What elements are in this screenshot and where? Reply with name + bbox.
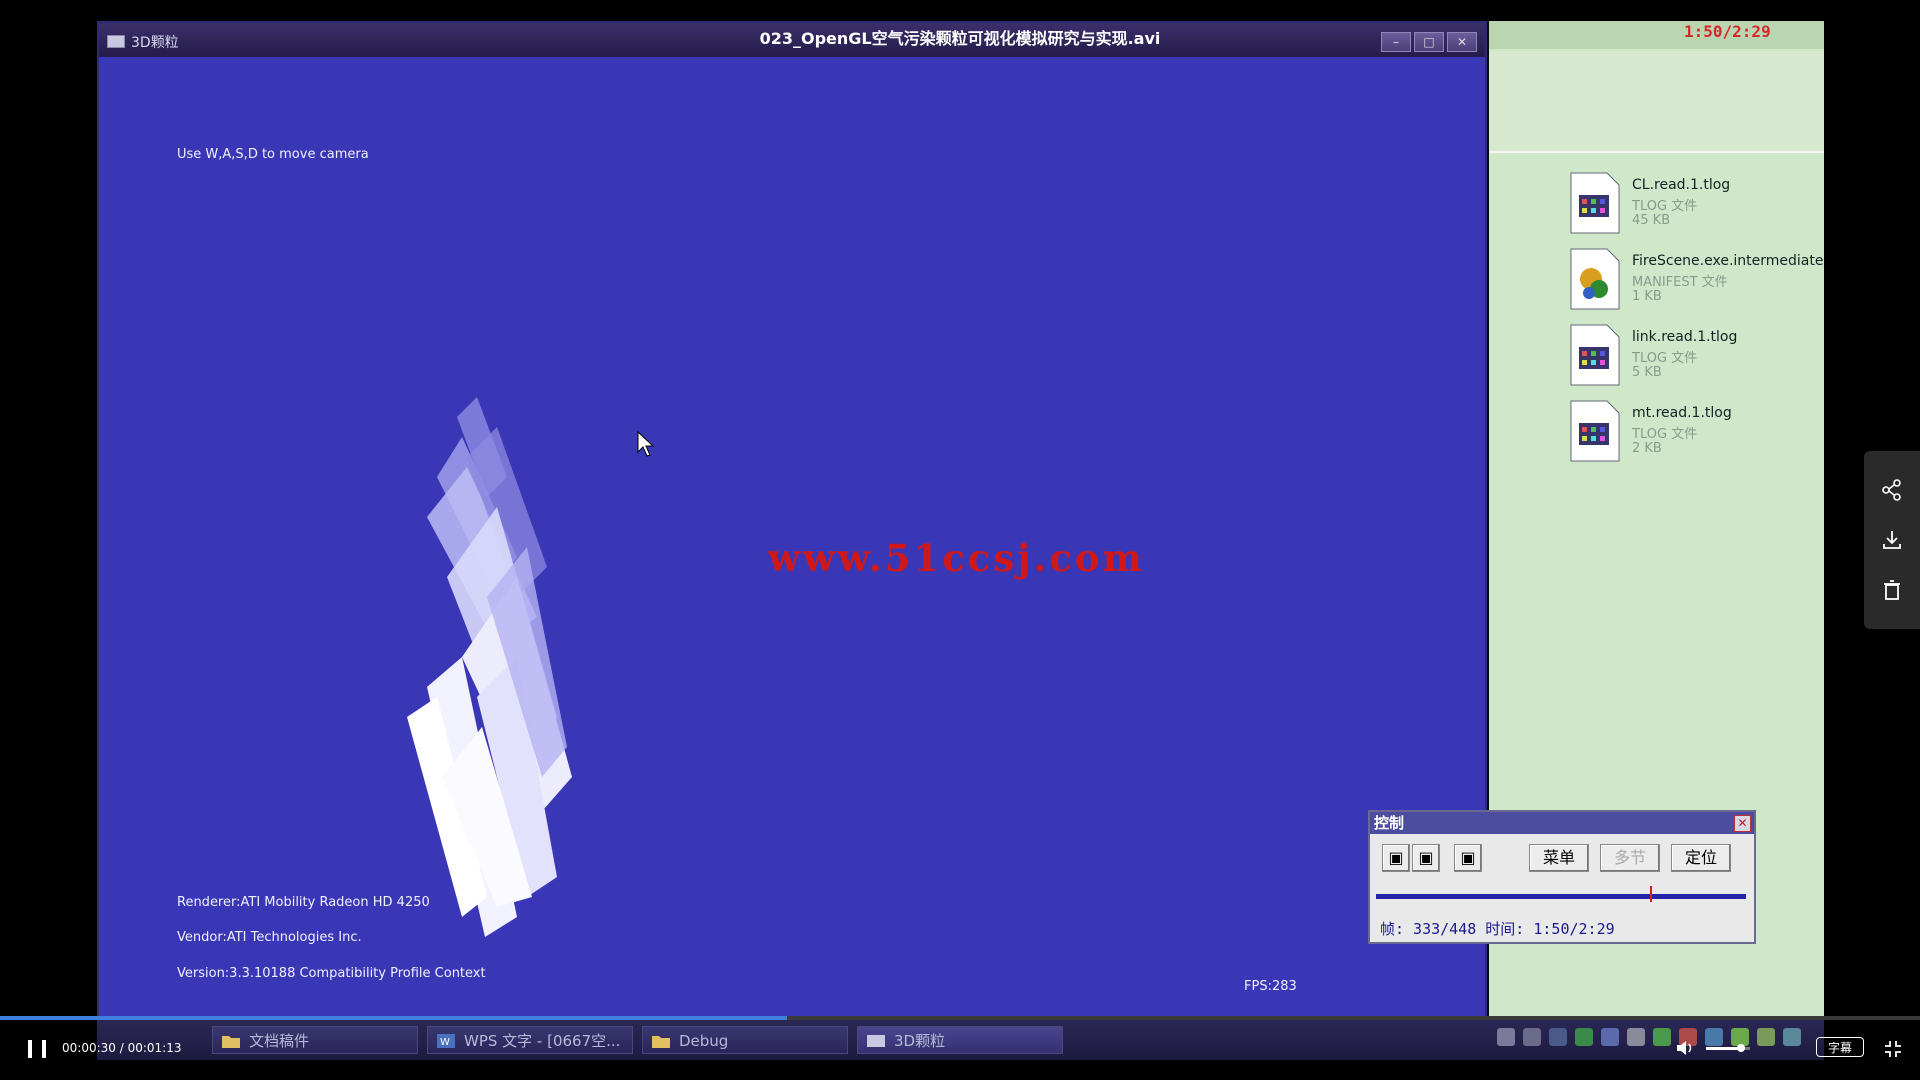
delete-icon[interactable] xyxy=(1880,578,1904,602)
keyboard-icon[interactable] xyxy=(1497,1028,1515,1046)
file-name: link.read.1.tlog xyxy=(1632,329,1738,345)
playback-timecode: 00:00:30 / 00:01:13 xyxy=(62,1041,182,1055)
pause-icon[interactable] xyxy=(28,1040,48,1058)
subtitle-button[interactable]: 字幕 xyxy=(1816,1037,1864,1057)
file-name: mt.read.1.tlog xyxy=(1632,405,1732,421)
video-frame[interactable]: 3D颗粒 – □ ✕ Use W,A,S,D to move camera Re… xyxy=(97,21,1824,1021)
opengl-window: 3D颗粒 – □ ✕ Use W,A,S,D to move camera Re… xyxy=(97,21,1487,1021)
file-size: 5 KB xyxy=(1632,365,1662,380)
share-icon[interactable] xyxy=(1880,478,1904,502)
download-icon[interactable] xyxy=(1880,528,1904,552)
tray-icon[interactable] xyxy=(1549,1028,1567,1046)
control-title: 控制 xyxy=(1370,812,1754,834)
taskbar-item-3d[interactable]: 3D颗粒 xyxy=(857,1026,1063,1054)
wps-writer-icon: W xyxy=(437,1034,455,1048)
taskbar-item-debug[interactable]: Debug xyxy=(642,1026,848,1054)
renderer-info: Renderer:ATI Mobility Radeon HD 4250 xyxy=(177,895,430,910)
tray-icon[interactable] xyxy=(1783,1028,1801,1046)
file-item[interactable]: mt.read.1.tlog TLOG 文件 2 KB xyxy=(1569,399,1819,469)
locate-button[interactable]: 定位 xyxy=(1671,844,1731,872)
video-progress-played xyxy=(0,1016,788,1020)
manifest-file-icon xyxy=(1570,248,1620,310)
tray-icon[interactable] xyxy=(1627,1028,1645,1046)
version-info: Version:3.3.10188 Compatibility Profile … xyxy=(177,966,486,981)
taskbar-item-label: WPS 文字 - [0667空... xyxy=(464,1032,621,1050)
file-item[interactable]: FireScene.exe.intermediate.m MANIFEST 文件… xyxy=(1569,247,1824,317)
particle-cloud xyxy=(407,397,572,937)
fps-counter: FPS:283 xyxy=(1244,979,1297,994)
taskbar-item-label: Debug xyxy=(679,1032,729,1050)
taskbar-item-label: 文档稿件 xyxy=(249,1032,310,1050)
control-slider-thumb[interactable] xyxy=(1649,886,1652,902)
file-type: TLOG 文件 xyxy=(1632,199,1698,214)
file-name: FireScene.exe.intermediate.m xyxy=(1632,253,1824,269)
menu-button[interactable]: 菜单 xyxy=(1529,844,1589,872)
volume-level xyxy=(1706,1047,1742,1050)
tray-icon[interactable] xyxy=(1601,1028,1619,1046)
next-segment-button[interactable]: ▣ xyxy=(1454,844,1482,872)
tray-icon[interactable] xyxy=(1653,1028,1671,1046)
file-name: CL.read.1.tlog xyxy=(1632,177,1731,193)
xp-taskbar: 文档稿件 W WPS 文字 - [0667空... Debug 3D颗粒 xyxy=(97,1020,1824,1060)
control-close-icon[interactable]: ✕ xyxy=(1734,815,1751,832)
taskbar-item-docs[interactable]: 文档稿件 xyxy=(212,1026,418,1054)
taskbar-item-wps[interactable]: W WPS 文字 - [0667空... xyxy=(427,1026,633,1054)
file-type: TLOG 文件 xyxy=(1632,351,1698,366)
exit-fullscreen-icon[interactable] xyxy=(1884,1040,1902,1058)
mouse-cursor-icon xyxy=(637,431,655,457)
stop-segment-button[interactable]: ▣ xyxy=(1412,844,1440,872)
file-size: 45 KB xyxy=(1632,213,1671,228)
vendor-info: Vendor:ATI Technologies Inc. xyxy=(177,930,362,945)
side-action-panel xyxy=(1864,451,1920,629)
tray-icon[interactable] xyxy=(1575,1028,1593,1046)
multi-section-button[interactable]: 多节 xyxy=(1600,844,1660,872)
tlog-file-icon xyxy=(1570,172,1620,234)
camera-help-text: Use W,A,S,D to move camera xyxy=(177,147,369,162)
window-icon xyxy=(867,1035,885,1047)
video-title: 023_OpenGL空气污染颗粒可视化模拟研究与实现.avi xyxy=(759,29,1161,48)
explorer-toolbar xyxy=(1489,51,1824,153)
volume-icon[interactable] xyxy=(1676,1039,1696,1057)
system-tray xyxy=(1497,1028,1801,1046)
folder-icon xyxy=(652,1036,670,1048)
file-type: TLOG 文件 xyxy=(1632,427,1698,442)
file-item[interactable]: CL.read.1.tlog TLOG 文件 45 KB xyxy=(1569,171,1819,241)
control-progress-slider[interactable] xyxy=(1376,894,1746,899)
video-progress-bar[interactable] xyxy=(0,1016,1920,1020)
taskbar-item-label: 3D颗粒 xyxy=(894,1032,946,1050)
frame-time-info: 帧: 333/448 时间: 1:50/2:29 xyxy=(1380,920,1615,938)
control-window: 控制 ✕ ▣ ▣ ▣ 菜单 多节 定位 帧: 333/448 时间: 1:50/… xyxy=(1368,810,1756,944)
folder-icon xyxy=(222,1036,240,1048)
svg-text:W: W xyxy=(440,1037,450,1048)
file-type: MANIFEST 文件 xyxy=(1632,275,1728,290)
tlog-file-icon xyxy=(1570,400,1620,462)
tlog-file-icon xyxy=(1570,324,1620,386)
file-size: 1 KB xyxy=(1632,289,1662,304)
file-size: 2 KB xyxy=(1632,441,1662,456)
watermark-text: www.51ccsj.com xyxy=(768,536,1145,580)
file-item[interactable]: link.read.1.tlog TLOG 文件 5 KB xyxy=(1569,323,1819,393)
help-icon[interactable] xyxy=(1523,1028,1541,1046)
tray-icon[interactable] xyxy=(1757,1028,1775,1046)
play-segment-button[interactable]: ▣ xyxy=(1382,844,1410,872)
tray-icon[interactable] xyxy=(1705,1028,1723,1046)
